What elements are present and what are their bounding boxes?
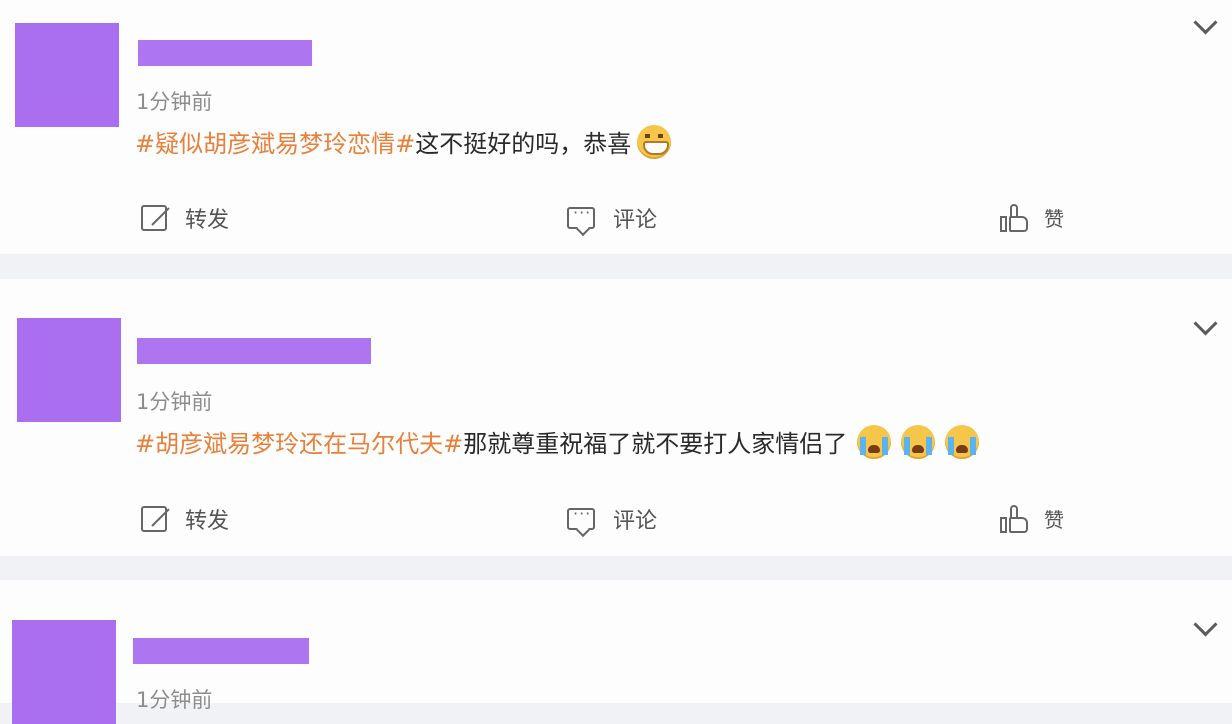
chevron-down-icon[interactable] [1193,10,1218,35]
repost-label: 转发 [185,509,230,534]
post-card: 1分钟前 #疑似胡彦斌易梦玲恋情# 这不挺好的吗，恭喜 转发 评论 赞 [0,0,1232,254]
post-time: 1分钟前 [136,90,213,114]
comment-icon [567,203,595,229]
repost-icon [141,506,167,532]
avatar[interactable] [17,318,121,422]
comment-button[interactable]: 评论 [567,202,657,234]
avatar[interactable] [15,23,119,127]
comment-label: 评论 [613,208,658,233]
username-redacted[interactable] [138,40,312,66]
username-redacted[interactable] [137,338,371,364]
comment-button[interactable]: 评论 [567,503,657,535]
crying-emoji-icon [945,424,980,459]
chevron-down-icon[interactable] [1193,612,1218,637]
post-text: #疑似胡彦斌易梦玲恋情# 这不挺好的吗，恭喜 [135,124,672,159]
chevron-down-icon[interactable] [1193,311,1218,336]
like-icon [1000,504,1028,533]
post-text: #胡彦斌易梦玲还在马尔代夫# 那就尊重祝福了就不要打人家情侣了 [135,424,980,459]
like-button[interactable]: 赞 [1000,203,1064,232]
repost-label: 转发 [185,208,230,233]
repost-button[interactable]: 转发 [141,503,229,535]
repost-icon [141,205,167,231]
topic-link[interactable]: #胡彦斌易梦玲还在马尔代夫# [135,424,463,459]
like-label: 赞 [1044,207,1064,231]
post-body: 那就尊重祝福了就不要打人家情侣了 [463,430,848,458]
crying-emoji-icon [857,424,892,459]
like-button[interactable]: 赞 [1000,504,1064,533]
post-body: 这不挺好的吗，恭喜 [415,130,632,158]
post-card: 1分钟前 [0,580,1232,724]
comment-icon [567,504,595,530]
grin-emoji-icon [637,124,672,159]
topic-link[interactable]: #疑似胡彦斌易梦玲恋情# [135,124,415,159]
comment-label: 评论 [613,509,658,534]
weibo-comment-feed: 1分钟前 #疑似胡彦斌易梦玲恋情# 这不挺好的吗，恭喜 转发 评论 赞 1分钟前… [0,0,1232,724]
post-time: 1分钟前 [136,688,213,712]
like-icon [1000,203,1028,232]
like-label: 赞 [1044,508,1064,532]
post-time: 1分钟前 [136,390,213,414]
avatar[interactable] [12,620,116,724]
crying-emoji-icon [901,424,936,459]
repost-button[interactable]: 转发 [141,202,229,234]
username-redacted[interactable] [133,638,309,664]
post-card: 1分钟前 #胡彦斌易梦玲还在马尔代夫# 那就尊重祝福了就不要打人家情侣了 转发 … [0,279,1232,556]
